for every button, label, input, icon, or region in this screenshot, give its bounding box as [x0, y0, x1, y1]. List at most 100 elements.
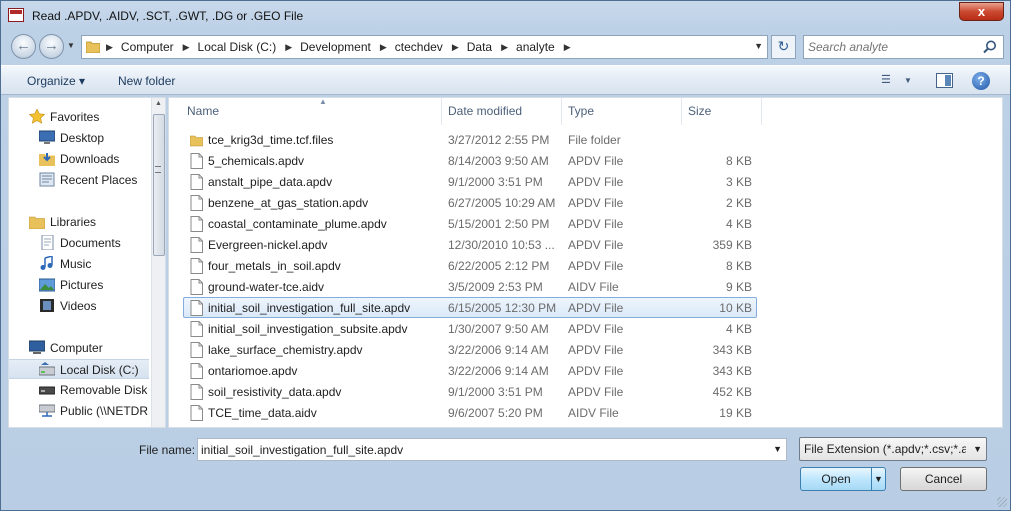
address-bar[interactable]: ▶ Computer ▶ Local Disk (C:) ▶ Development ▶ ct…: [81, 35, 768, 59]
nav-item[interactable]: Documents: [9, 233, 149, 253]
nav-item-label: Music: [60, 257, 92, 271]
scrollbar-thumb[interactable]: [153, 114, 165, 256]
breadcrumb-item[interactable]: analyte: [516, 40, 555, 54]
file-icon: [190, 321, 203, 337]
nav-item[interactable]: Desktop: [9, 128, 149, 148]
title-bar: Read .APDV, .AIDV, .SCT, .GWT, .DG or .G…: [1, 1, 1010, 31]
file-name-dropdown-icon[interactable]: ▼: [773, 444, 782, 454]
scrollbar-grip-icon: [155, 166, 161, 173]
nav-item[interactable]: Libraries: [9, 212, 149, 232]
column-header-name[interactable]: Name ▲: [181, 98, 442, 125]
nav-item[interactable]: Recent Places: [9, 170, 149, 190]
breadcrumb-item[interactable]: Local Disk (C:): [198, 40, 277, 54]
file-row[interactable]: four_metals_in_soil.apdv 6/22/2005 2:12 P…: [183, 255, 757, 276]
breadcrumb-item[interactable]: Data: [467, 40, 492, 54]
file-icon: [190, 258, 203, 274]
file-date-cell: 12/30/2010 10:53 ...: [448, 238, 555, 252]
file-date-cell: 6/22/2005 2:12 PM: [448, 259, 550, 273]
pictures-icon: [38, 277, 56, 292]
breadcrumb-separator-icon[interactable]: ▶: [183, 42, 190, 53]
app-icon: [8, 8, 24, 22]
file-row[interactable]: tce_krig3d_time.tcf.files 3/27/2012 2:55 …: [183, 129, 757, 150]
resize-grip-icon[interactable]: [997, 497, 1007, 507]
documents-icon: [39, 234, 55, 251]
file-row[interactable]: Evergreen-nickel.apdv 12/30/2010 10:53 ..…: [183, 234, 757, 255]
file-type-filter[interactable]: File Extension (*.apdv;*.csv;*.ai ▼: [799, 437, 987, 461]
scroll-up-icon[interactable]: ▲: [155, 100, 162, 107]
nav-item[interactable]: Local Disk (C:): [9, 359, 149, 379]
nav-item[interactable]: Favorites: [9, 107, 149, 127]
breadcrumb-item[interactable]: ctechdev: [395, 40, 443, 54]
column-header-type[interactable]: Type: [562, 98, 682, 125]
organize-button[interactable]: Organize ▾: [27, 74, 85, 88]
forward-button[interactable]: →: [39, 34, 64, 59]
back-button[interactable]: ←: [11, 34, 36, 59]
file-date-cell: 8/14/2003 9:50 AM: [448, 154, 549, 168]
file-name-cell: ground-water-tce.aidv: [208, 280, 325, 294]
open-button[interactable]: Open ▼: [800, 467, 886, 491]
change-view-button[interactable]: ☰ ▼: [881, 73, 915, 89]
open-split-dropdown-icon[interactable]: ▼: [871, 468, 885, 490]
breadcrumb-separator-icon[interactable]: ▶: [564, 42, 571, 53]
nav-item[interactable]: Music: [9, 254, 149, 274]
search-box[interactable]: [803, 35, 1004, 59]
nav-item[interactable]: Public (\\NETDRI: [9, 401, 149, 421]
sort-ascending-icon: ▲: [319, 97, 327, 106]
help-icon[interactable]: ?: [972, 72, 990, 90]
nav-item-label: Documents: [60, 236, 121, 250]
command-bar: Organize ▾ New folder ☰ ▼ ?: [1, 65, 1010, 95]
nav-item-label: Public (\\NETDRI: [60, 404, 149, 418]
file-row[interactable]: lake_surface_chemistry.apdv 3/22/2006 9:1…: [183, 339, 757, 360]
open-button-label: Open: [821, 472, 851, 486]
file-row[interactable]: initial_soil_investigation_full_site.apd…: [183, 297, 757, 318]
recent-locations-chevron-icon[interactable]: ▼: [67, 41, 75, 50]
address-dropdown-icon[interactable]: ▼: [754, 41, 763, 51]
file-name-input[interactable]: [201, 441, 761, 458]
recent-places-icon: [39, 172, 55, 187]
column-header-size[interactable]: Size: [682, 98, 762, 125]
nav-item[interactable]: Videos: [9, 296, 149, 316]
file-row[interactable]: ontariomoe.apdv 3/22/2006 9:14 AM APDV Fil…: [183, 360, 757, 381]
column-headers: Name ▲ Date modified Type Size: [169, 98, 1002, 125]
file-date-cell: 9/1/2000 3:51 PM: [448, 175, 543, 189]
breadcrumb-separator-icon[interactable]: ▶: [452, 42, 459, 53]
file-type-cell: APDV File: [568, 322, 624, 336]
view-details-icon: ☰: [881, 74, 891, 86]
file-row[interactable]: initial_soil_investigation_subsite.apdv 1…: [183, 318, 757, 339]
downloads-icon: [39, 151, 55, 166]
nav-item[interactable]: Downloads: [9, 149, 149, 169]
breadcrumb-separator-icon[interactable]: ▶: [380, 42, 387, 53]
nav-pane-scrollbar[interactable]: ▲: [151, 98, 165, 427]
file-name-combobox[interactable]: ▼: [197, 438, 787, 461]
breadcrumb-separator-icon[interactable]: ▶: [501, 42, 508, 53]
search-input[interactable]: [808, 38, 978, 56]
file-date-cell: 6/15/2005 12:30 PM: [448, 301, 557, 315]
file-row[interactable]: anstalt_pipe_data.apdv 9/1/2000 3:51 PM AP…: [183, 171, 757, 192]
nav-item[interactable]: Computer: [9, 338, 149, 358]
star-icon: [28, 108, 46, 124]
column-header-date[interactable]: Date modified: [442, 98, 562, 125]
file-icon: [190, 279, 203, 295]
breadcrumb-separator-icon[interactable]: ▶: [285, 42, 292, 53]
preview-pane-button[interactable]: [936, 73, 953, 88]
nav-item[interactable]: Removable Disk (: [9, 380, 149, 400]
file-size-cell: 4 KB: [725, 217, 752, 231]
file-size-cell: 343 KB: [712, 343, 752, 357]
new-folder-button[interactable]: New folder: [118, 74, 175, 88]
file-row[interactable]: coastal_contaminate_plume.apdv 5/15/2001 …: [183, 213, 757, 234]
file-row[interactable]: benzene_at_gas_station.apdv 6/27/2005 10:…: [183, 192, 757, 213]
close-button[interactable]: x: [959, 2, 1004, 21]
file-row[interactable]: ground-water-tce.aidv 3/5/2009 2:53 PM AID…: [183, 276, 757, 297]
nav-item[interactable]: Pictures: [9, 275, 149, 295]
breadcrumb-separator-icon[interactable]: ▶: [106, 42, 113, 53]
refresh-button[interactable]: ↻: [771, 35, 796, 59]
breadcrumb-item[interactable]: Development: [300, 40, 371, 54]
file-row[interactable]: 5_chemicals.apdv 8/14/2003 9:50 AM APDV Fi…: [183, 150, 757, 171]
breadcrumb-item[interactable]: Computer: [121, 40, 174, 54]
cancel-button[interactable]: Cancel: [900, 467, 987, 491]
file-row[interactable]: soil_resistivity_data.apdv 9/1/2000 3:51 …: [183, 381, 757, 402]
search-icon[interactable]: [982, 39, 998, 55]
file-size-cell: 4 KB: [725, 322, 752, 336]
nav-item-label: Pictures: [60, 278, 104, 292]
file-row[interactable]: TCE_time_data.aidv 9/6/2007 5:20 PM AIDV F…: [183, 402, 757, 423]
